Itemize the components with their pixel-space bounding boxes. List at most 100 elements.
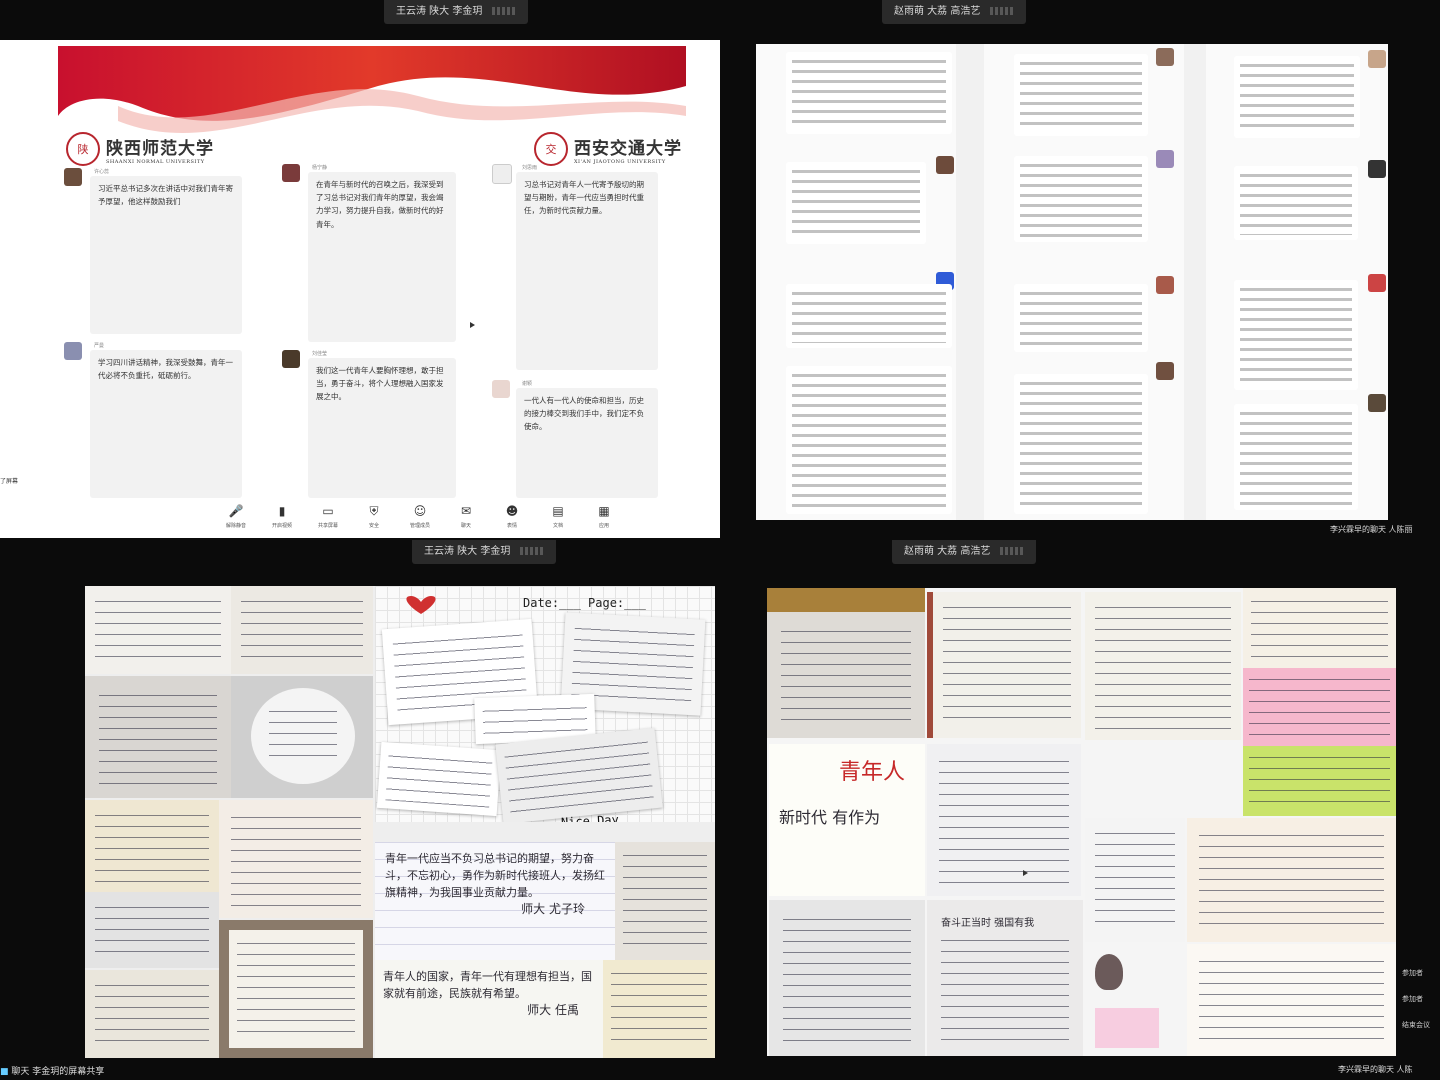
handwritten-note — [231, 676, 373, 798]
avatar — [1156, 276, 1174, 294]
video-icon: ▮ — [278, 504, 286, 518]
handwritten-note — [85, 800, 219, 892]
chat-message: 在青年与新时代的召唤之后，我深受到了习总书记对我们青年的厚望，我会竭力学习，努力… — [308, 172, 456, 342]
shared-screen-bottom-right[interactable]: 青年人 新时代 有作为 奋斗正当时 强国有我 — [767, 588, 1396, 1056]
grid-page-collage: Date:___ Page:___ Nice Day — [375, 586, 715, 822]
screen-footer-label: 李兴霖早的聊天 人陈丽 — [1330, 525, 1413, 534]
note-signature: 师大 尤子玲 — [521, 902, 585, 916]
handwritten-note — [1187, 944, 1396, 1056]
toolbar-share[interactable]: ▭ 共享屏幕 — [312, 498, 344, 538]
signal-icon — [492, 7, 517, 15]
handwritten-note — [85, 586, 231, 674]
handwritten-note — [85, 676, 231, 798]
avatar — [1156, 48, 1174, 66]
avatar — [1368, 274, 1386, 292]
note-signature: 师大 任禹 — [527, 1003, 579, 1017]
bottom-status: ■ 聊天 李金玥的屏幕共享 — [0, 1064, 104, 1077]
share-screen-icon: ▭ — [322, 504, 334, 518]
chat-message — [1234, 166, 1358, 240]
logo-shaanxi-normal: 陕 陕西师范大学 SHAANXI NORMAL UNIVERSITY — [66, 132, 214, 166]
chat-message — [1234, 280, 1358, 390]
chat-message — [786, 162, 926, 244]
side-label: 参加者 — [1402, 995, 1423, 1003]
handwritten-note — [769, 900, 925, 1056]
chat-username: 刘佳莹 — [312, 351, 328, 357]
handwritten-note — [1243, 588, 1396, 668]
chat-message — [1014, 284, 1148, 352]
chat-username: 许心蕊 — [94, 169, 110, 175]
handwritten-note — [85, 970, 219, 1058]
chat-text: 一代人有一代人的使命和担当，历史的接力棒交到我们手中，我们定不负使命。 — [524, 396, 644, 432]
apps-icon: ▦ — [598, 504, 610, 518]
handwritten-note — [927, 592, 1081, 738]
chat-message — [786, 284, 952, 348]
handwritten-note — [767, 588, 925, 738]
note-heading: 青年人 — [839, 760, 906, 785]
toolbar-docs[interactable]: ▤ 文档 — [542, 498, 574, 538]
handwritten-note — [85, 892, 219, 968]
toolbar-chat[interactable]: ✉ 聊天 — [450, 498, 482, 538]
handwritten-note — [615, 842, 715, 960]
signal-icon — [520, 547, 545, 555]
handwritten-note — [1085, 592, 1241, 740]
toolbar-security[interactable]: ⛨ 安全 — [358, 498, 390, 538]
chat-username: 严曼 — [94, 343, 105, 349]
chat-message: 一代人有一代人的使命和担当，历史的接力棒交到我们手中，我们定不负使命。 — [516, 388, 658, 498]
avatar — [64, 342, 82, 360]
logo-xjtu: 交 西安交通大学 XI'AN JIAOTONG UNIVERSITY — [534, 132, 682, 166]
avatar — [936, 156, 954, 174]
chat-text: 在青年与新时代的召唤之后，我深受到了习总书记对我们青年的厚望，我会竭力学习，努力… — [316, 180, 444, 229]
chat-message: 学习四川讲话精神，我深受鼓舞，青年一代必将不负重托，砥砺前行。 — [90, 350, 242, 498]
logo-name: 陕西师范大学 — [106, 138, 214, 159]
toolbar-label: 聊天 — [460, 523, 471, 529]
mouse-cursor — [1023, 870, 1028, 876]
chat-message: 习总书记对青年人一代寄予殷切的期望与期盼，青年一代应当勇担时代重任，为新时代贡献… — [516, 172, 658, 370]
mic-off-icon: 🎤 — [228, 504, 244, 518]
avatar — [1156, 362, 1174, 380]
toolbar-label: 管理成员 — [409, 523, 430, 529]
toolbar-label: 开启视频 — [271, 523, 292, 529]
toolbar-mute[interactable]: 🎤 解除静音 — [220, 498, 252, 538]
avatar — [492, 164, 512, 184]
mouse-cursor — [470, 322, 475, 328]
handwritten-note — [219, 800, 373, 918]
heart-icon — [406, 596, 436, 614]
avatar — [64, 168, 82, 186]
date-page-label: Date:___ Page:___ — [523, 596, 646, 610]
toolbar-apps[interactable]: ▦ 应用 — [588, 498, 620, 538]
toolbar-emoji[interactable]: ☻ 表情 — [496, 498, 528, 538]
handwritten-note — [231, 586, 373, 674]
shared-screen-top-left[interactable]: 陕 陕西师范大学 SHAANXI NORMAL UNIVERSITY 交 西安交… — [0, 40, 720, 538]
handwritten-note — [1085, 818, 1185, 942]
avatar — [1368, 160, 1386, 178]
avatar — [282, 164, 300, 182]
shared-screen-top-right[interactable] — [756, 44, 1388, 520]
namebar-label: 王云涛 陕大 李金玥 — [396, 6, 483, 17]
chat-message — [1234, 56, 1360, 138]
edge-label: 了屏幕 — [0, 478, 19, 485]
chat-message — [1234, 404, 1358, 510]
handwritten-note — [1243, 668, 1396, 746]
docs-icon: ▤ — [552, 504, 564, 518]
participant-namebar-top-right: 赵雨萌 大荔 高浩艺 — [882, 0, 1027, 24]
chat-message: 习近平总书记多次在讲话中对我们青年寄予厚望，他这样鼓励我们 — [90, 176, 242, 334]
chat-username: 刘思雨 — [522, 165, 538, 171]
signal-icon — [990, 7, 1015, 15]
logo-en: XI'AN JIAOTONG UNIVERSITY — [574, 158, 666, 165]
meeting-toolbar: 🎤 解除静音 ▮ 开启视频 ▭ 共享屏幕 ⛨ 安全 ☺ 管理成员 ✉ 聊天 ☻ 表情 ▤ 文档 … — [220, 498, 620, 538]
side-label[interactable]: 结束会议 — [1402, 1020, 1430, 1030]
chat-message — [1014, 156, 1148, 242]
toolbar-members[interactable]: ☺ 管理成员 — [404, 498, 436, 538]
seal-icon: 陕 — [66, 132, 100, 166]
handwritten-note — [1187, 818, 1396, 942]
chat-message — [786, 366, 952, 514]
chat-username: 杨宁静 — [312, 165, 328, 171]
avatar — [1156, 150, 1174, 168]
toolbar-label: 解除静音 — [225, 523, 246, 529]
members-icon: ☺ — [413, 504, 427, 518]
toolbar-video[interactable]: ▮ 开启视频 — [266, 498, 298, 538]
shared-screen-bottom-left[interactable]: Date:___ Page:___ Nice Day 青年一代应当不负习总书记的… — [85, 586, 715, 1058]
chat-message — [786, 52, 952, 134]
handwritten-note: 奋斗正当时 强国有我 — [927, 900, 1083, 1056]
note-text: 青年人的国家，青年一代有理想有担当，国家就有前途，民族就有希望。 — [383, 970, 592, 1000]
